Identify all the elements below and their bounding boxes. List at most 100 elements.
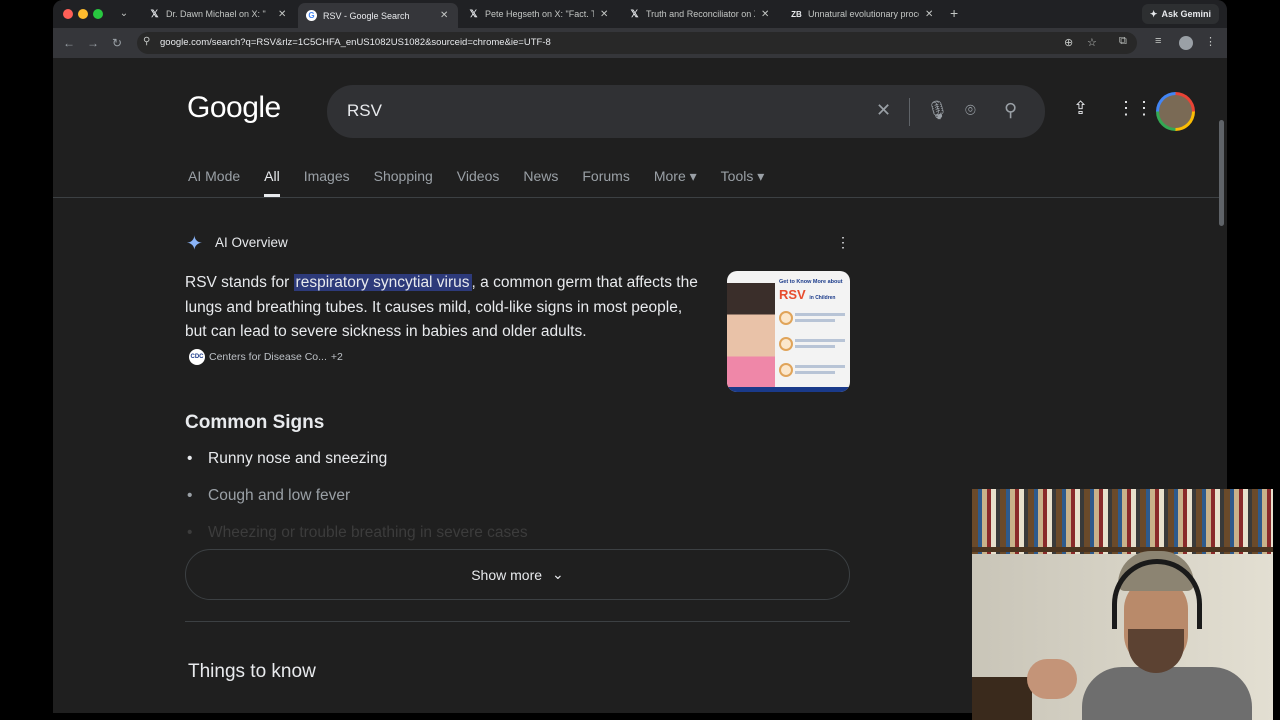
browser-tab[interactable]: 𝕏 Truth and Reconciliator on X: ✕ (621, 4, 779, 24)
shelf-board (972, 547, 1273, 552)
tab-title: RSV - Google Search (323, 10, 410, 21)
person-hand (1027, 659, 1077, 699)
apps-grid-icon[interactable]: ⋮⋮ (1117, 98, 1153, 119)
google-g-icon: G (306, 10, 317, 21)
x-logo-icon: 𝕏 (150, 8, 159, 20)
search-box-divider (909, 98, 910, 126)
infographic-line (795, 319, 835, 322)
signs-list: Runny nose and sneezing Cough and low fe… (187, 450, 528, 561)
tab-strip: ⌄ 𝕏 Dr. Dawn Michael on X: " ✕ G RSV - G… (53, 0, 1227, 28)
desk (972, 677, 1032, 720)
browser-tab-active[interactable]: G RSV - Google Search ✕ (298, 3, 458, 28)
tab-news[interactable]: News (523, 168, 558, 197)
source-more-count: +2 (330, 350, 343, 363)
zoom-icon[interactable]: ⊕ (1064, 36, 1073, 49)
common-signs-heading: Common Signs (185, 412, 325, 433)
tab-title: Unnatural evolutionary proce (808, 9, 919, 19)
microphone-icon[interactable]: 🎙 (926, 100, 949, 121)
source-chip[interactable]: CDC Centers for Disease Co... +2 (189, 345, 343, 370)
thumbnail-subtitle: in Children (809, 295, 836, 301)
google-logo[interactable]: Google (187, 91, 281, 125)
tab-title: Truth and Reconciliator on X: (646, 9, 755, 19)
address-bar[interactable]: ⚲ google.com/search?q=RSV&rlz=1C5CHFA_en… (137, 32, 1137, 54)
google-account-avatar[interactable] (1156, 92, 1195, 131)
infographic-line (795, 313, 845, 316)
browser-tab[interactable]: ZB Unnatural evolutionary proce ✕ (783, 4, 943, 24)
source-label: Centers for Disease Co... (209, 350, 327, 363)
infographic-line (795, 371, 835, 374)
maximize-window-button[interactable] (93, 9, 103, 19)
more-options-icon[interactable]: ⋮ (836, 234, 850, 251)
new-tab-icon[interactable]: + (950, 5, 958, 21)
cdc-logo-icon: CDC (189, 348, 205, 365)
chrome-menu-icon[interactable]: ⋮ (1205, 35, 1216, 48)
ask-gemini-label: Ask Gemini (1161, 9, 1211, 19)
ai-sparkle-icon: ✦ (186, 233, 203, 255)
highlighted-term[interactable]: respiratory syncytial virus (293, 274, 472, 291)
infographic-line (795, 365, 845, 368)
page-scrollbar[interactable] (1219, 120, 1224, 226)
google-lens-icon[interactable]: ⌾ (965, 100, 976, 121)
search-tabs: AI Mode All Images Shopping Videos News … (188, 168, 764, 197)
reload-icon[interactable]: ↻ (109, 35, 125, 51)
infographic-circle (779, 311, 793, 325)
tab-tools[interactable]: Tools ▾ (721, 168, 765, 197)
rsv-infographic-thumbnail[interactable]: Get to Know More about RSV in Children (727, 271, 850, 392)
reading-list-icon[interactable]: ≡ (1155, 35, 1161, 47)
ai-overview-summary: RSV stands for respiratory syncytial vir… (185, 271, 707, 369)
close-tab-icon[interactable]: ✕ (440, 10, 450, 21)
ai-overview-title: AI Overview (215, 235, 288, 250)
zb-icon: ZB (791, 9, 802, 19)
tabs-divider (53, 197, 1219, 198)
tab-images[interactable]: Images (304, 168, 350, 197)
tab-forums[interactable]: Forums (582, 168, 629, 197)
show-more-button[interactable]: Show more ⌄ (185, 549, 850, 600)
tab-more[interactable]: More ▾ (654, 168, 697, 197)
infographic-line (795, 339, 845, 342)
browser-tab[interactable]: 𝕏 Dr. Dawn Michael on X: " ✕ (141, 4, 296, 24)
things-to-know-heading: Things to know (188, 661, 316, 682)
close-tab-icon[interactable]: ✕ (278, 9, 288, 20)
child-photo (727, 283, 775, 388)
extensions-icon[interactable]: ⧉ (1119, 35, 1127, 48)
tab-title: Pete Hegseth on X: "Fact. Th (485, 9, 594, 19)
chevron-down-icon: ⌄ (552, 566, 564, 582)
tab-shopping[interactable]: Shopping (374, 168, 433, 197)
forward-arrow-icon[interactable]: → (85, 35, 101, 51)
list-item: Cough and low fever (187, 487, 528, 524)
search-input[interactable]: RSV (347, 101, 382, 121)
back-arrow-icon[interactable]: ← (61, 35, 77, 51)
x-logo-icon: 𝕏 (469, 8, 478, 20)
share-icon[interactable]: ⇪ (1073, 98, 1088, 119)
webcam-overlay (972, 489, 1273, 720)
close-tab-icon[interactable]: ✕ (761, 9, 771, 20)
url-text[interactable]: google.com/search?q=RSV&rlz=1C5CHFA_enUS… (160, 37, 551, 48)
search-box[interactable]: RSV ✕ 🎙 ⌾ ⚲ (327, 85, 1045, 138)
show-more-label: Show more (471, 566, 543, 583)
site-info-icon[interactable]: ⚲ (143, 36, 150, 47)
section-divider (185, 621, 850, 622)
search-icon[interactable]: ⚲ (1004, 100, 1017, 121)
minimize-window-button[interactable] (78, 9, 88, 19)
tab-title: Dr. Dawn Michael on X: " (166, 9, 266, 19)
tab-all[interactable]: All (264, 168, 280, 197)
thumbnail-header: Get to Know More about (779, 279, 843, 285)
clear-search-icon[interactable]: ✕ (876, 100, 891, 121)
infographic-circle (779, 363, 793, 377)
infographic-line (795, 345, 835, 348)
bookshelf (972, 489, 1273, 554)
close-tab-icon[interactable]: ✕ (600, 9, 610, 20)
tab-search-icon[interactable]: ⌄ (115, 5, 133, 23)
ask-gemini-button[interactable]: ✦ Ask Gemini (1141, 4, 1219, 24)
bookmark-star-icon[interactable]: ☆ (1087, 36, 1097, 49)
person-body (1082, 667, 1252, 720)
gemini-sparkle-icon: ✦ (1149, 8, 1158, 19)
close-tab-icon[interactable]: ✕ (925, 9, 935, 20)
thumbnail-title-main: RSV (779, 287, 806, 302)
close-window-button[interactable] (63, 9, 73, 19)
tab-videos[interactable]: Videos (457, 168, 500, 197)
list-item: Runny nose and sneezing (187, 450, 528, 487)
tab-ai-mode[interactable]: AI Mode (188, 168, 240, 197)
browser-tab[interactable]: 𝕏 Pete Hegseth on X: "Fact. Th ✕ (460, 4, 618, 24)
chrome-profile-avatar[interactable] (1179, 36, 1193, 50)
